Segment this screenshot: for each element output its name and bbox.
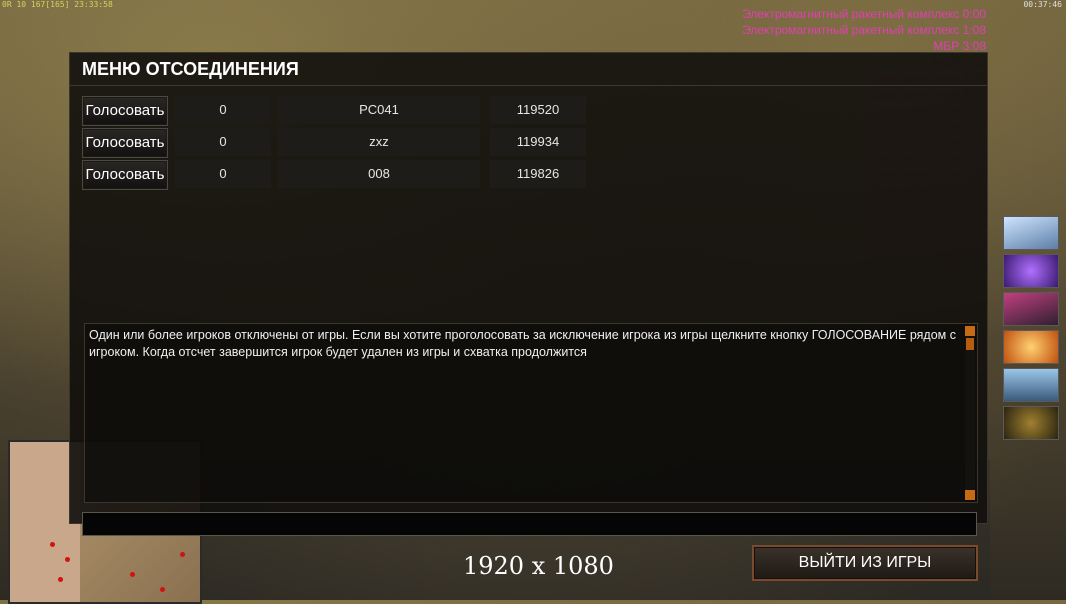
player-timeout: 119934 [490,128,586,156]
player-name: 008 [278,160,480,188]
player-name: zxz [278,128,480,156]
unit-marker [65,557,70,562]
scroll-down-button[interactable] [965,490,975,500]
aircraft-icon[interactable] [1003,216,1059,250]
compass-icon[interactable] [1003,406,1059,440]
chat-input[interactable] [82,512,977,536]
unit-marker [160,587,165,592]
dialog-title: МЕНЮ ОТСОЕДИНЕНИЯ [82,59,299,79]
scroll-thumb[interactable] [966,338,974,350]
vote-count: 0 [175,160,271,188]
player-name: PC041 [278,96,480,124]
scroll-up-button[interactable] [965,326,975,336]
unit-marker [58,577,63,582]
message-box: Один или более игроков отключены от игры… [84,323,978,503]
vote-button[interactable]: Голосовать [82,128,168,158]
timer-line: Электромагнитный ракетный комплекс 0:00 [742,7,986,21]
disconnect-dialog: МЕНЮ ОТСОЕДИНЕНИЯ Голосовать 0 PC041 119… [69,52,988,536]
vote-button[interactable]: Голосовать [82,160,168,190]
vote-count: 0 [175,128,271,156]
resolution-label: 1920 x 1080 [463,552,614,580]
rocket-launch-icon[interactable] [1003,368,1059,402]
hud-player-info: 0R 10 167[165] 23:33:58 [2,0,113,9]
player-timeout: 119520 [490,96,586,124]
vote-count: 0 [175,96,271,124]
disconnect-message: Один или более игроков отключены от игры… [89,328,956,359]
timer-line: Электромагнитный ракетный комплекс 1:08 [742,23,986,37]
unit-marker [50,542,55,547]
title-divider [70,85,987,86]
vote-button[interactable]: Голосовать [82,96,168,126]
message-scrollbar[interactable] [965,326,975,500]
exit-game-button[interactable]: ВЫЙТИ ИЗ ИГРЫ [752,545,978,581]
missile-silo-icon[interactable] [1003,292,1059,326]
unit-marker [130,572,135,577]
player-timeout: 119826 [490,160,586,188]
game-clock: 00:37:46 [1023,0,1062,9]
command-sidebar [1001,216,1059,444]
vortex-icon[interactable] [1003,254,1059,288]
explosion-icon[interactable] [1003,330,1059,364]
unit-marker [180,552,185,557]
